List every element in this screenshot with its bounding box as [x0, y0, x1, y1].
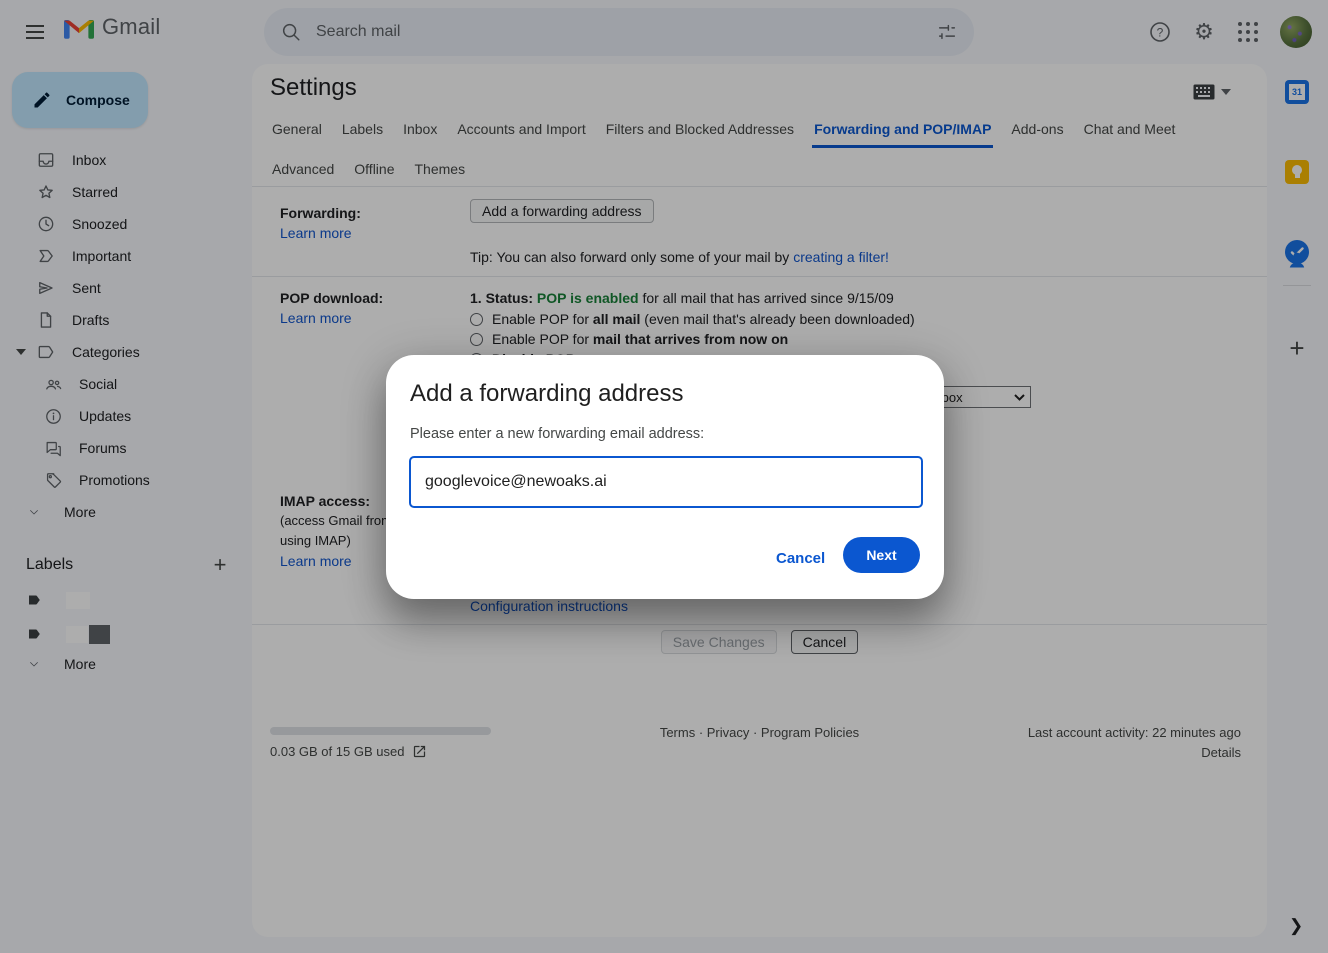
add-forwarding-address-dialog: Add a forwarding address Please enter a …	[386, 355, 944, 599]
dialog-title: Add a forwarding address	[410, 380, 684, 408]
dialog-next-button[interactable]: Next	[843, 537, 920, 573]
dialog-prompt: Please enter a new forwarding email addr…	[410, 426, 704, 442]
forwarding-email-input[interactable]	[409, 456, 923, 508]
dialog-cancel-button[interactable]: Cancel	[762, 544, 839, 573]
